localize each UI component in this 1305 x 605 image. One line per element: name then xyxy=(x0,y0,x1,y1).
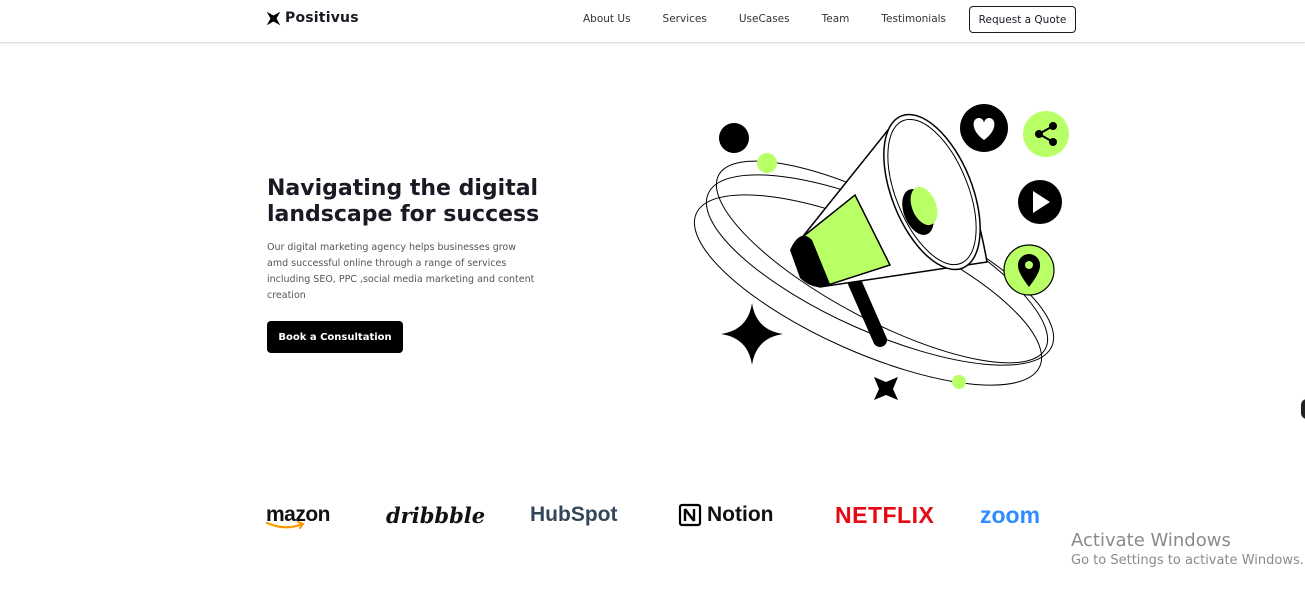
black-dot xyxy=(719,123,749,153)
activate-windows-watermark: Activate Windows Go to Settings to activ… xyxy=(1071,530,1304,570)
amazon-smile-icon xyxy=(266,521,305,529)
location-pin-icon xyxy=(1003,244,1055,296)
nav-link-services[interactable]: Services xyxy=(663,13,707,25)
hero-title: Navigating the digital landscape for suc… xyxy=(267,176,540,227)
nav-link-team[interactable]: Team xyxy=(822,13,850,25)
megaphone-handle xyxy=(848,276,887,347)
netflix-logo-text: NETFLIX xyxy=(835,501,935,528)
top-navbar: Positivus About Us Services UseCases Tea… xyxy=(0,0,1305,43)
watermark-title: Activate Windows xyxy=(1071,530,1231,551)
sparkle-icon xyxy=(874,377,898,400)
book-consultation-button[interactable]: Book a Consultation xyxy=(267,321,403,353)
zoom-logo: zoom xyxy=(980,500,1040,530)
positivus-logo-icon xyxy=(266,11,281,25)
brand-name: Positivus xyxy=(285,10,359,26)
brand-logo[interactable]: Positivus xyxy=(266,10,359,26)
hero-description: Our digital marketing agency helps busin… xyxy=(267,242,535,301)
floating-edge-button[interactable] xyxy=(1301,399,1305,419)
notion-logo: Notion xyxy=(678,500,773,530)
green-dot xyxy=(952,375,966,389)
sparkle-icon xyxy=(721,303,783,365)
nav-link-usecases[interactable]: UseCases xyxy=(739,13,790,25)
nav-link-testimonials[interactable]: Testimonials xyxy=(881,13,946,25)
share-icon xyxy=(1023,111,1069,157)
green-dot xyxy=(757,153,777,173)
nav-links: About Us Services UseCases Team Testimon… xyxy=(583,13,978,25)
heart-icon xyxy=(960,104,1008,152)
dribbble-logo-text: dribbble xyxy=(386,502,486,528)
request-quote-button[interactable]: Request a Quote xyxy=(969,6,1076,33)
watermark-subtitle: Go to Settings to activate Windows. xyxy=(1071,553,1304,568)
notion-icon xyxy=(678,503,702,527)
hubspot-logo: HubSpot xyxy=(530,500,617,530)
megaphone-illustration xyxy=(693,104,1069,400)
dribbble-logo: dribbble xyxy=(386,500,485,530)
notion-logo-text: Notion xyxy=(707,503,774,526)
play-icon xyxy=(1018,180,1062,224)
hubspot-logo-text: HubSpot xyxy=(530,503,618,526)
nav-link-about-us[interactable]: About Us xyxy=(583,13,631,25)
zoom-logo-text: zoom xyxy=(980,501,1041,528)
netflix-logo: NETFLIX xyxy=(835,500,934,530)
